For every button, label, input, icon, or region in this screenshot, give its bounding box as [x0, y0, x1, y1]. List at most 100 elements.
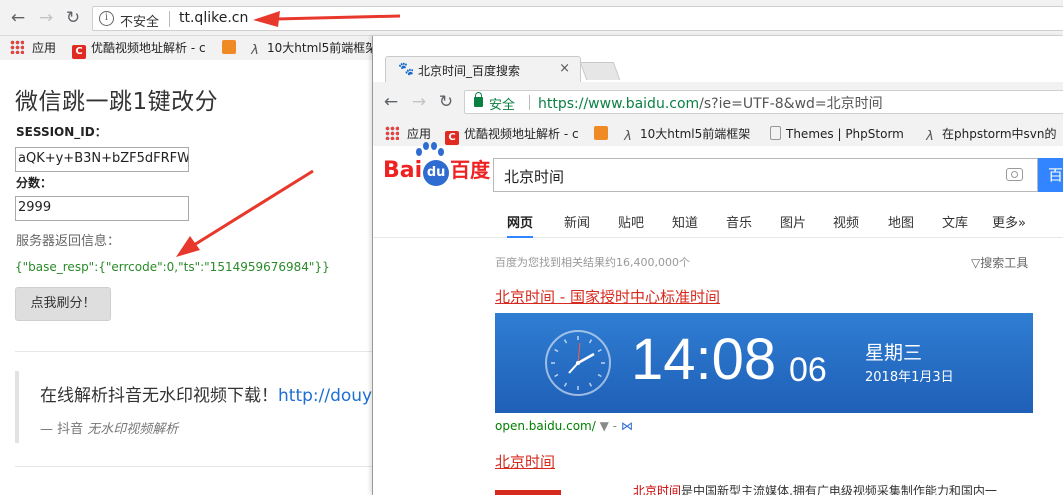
- search-input[interactable]: 北京时间: [493, 158, 1038, 192]
- quote-text: 在线解析抖音无水印视频下载！http://douyi: [40, 381, 377, 406]
- forward-arrow-icon[interactable]: →: [409, 92, 429, 112]
- tab-map[interactable]: 地图: [888, 212, 914, 238]
- logo-cn: 百度: [450, 158, 491, 182]
- quote-source: — 抖音: [40, 422, 84, 437]
- server-response-text: {"base_resp":{"errcode":0,"ts":"15149596…: [15, 260, 330, 274]
- bookmark-label: 优酷视频地址解析 - c: [91, 41, 206, 55]
- baidu-paw-icon: 🐾: [398, 62, 415, 77]
- url-text[interactable]: https://www.baidu.com/s?ie=UTF-8&wd=北京时间: [538, 93, 883, 113]
- info-icon[interactable]: i: [99, 11, 114, 26]
- bookmark-orange[interactable]: [594, 126, 613, 142]
- security-status: 安全: [489, 98, 516, 113]
- bookmarks-bar: 应用 C 优酷视频地址解析 - c λ 10大html5前端框架 Themes | …: [373, 122, 1063, 146]
- orange-box-icon: [594, 126, 608, 140]
- server-response-label: 服务器返回信息：: [16, 234, 121, 249]
- apps-icon: [10, 40, 24, 54]
- bookmark-label: 10大html5前端框架: [267, 41, 372, 55]
- bookmark-youku[interactable]: C 优酷视频地址解析 - c: [72, 40, 206, 59]
- tab-wenku[interactable]: 文库: [942, 212, 968, 238]
- clock-time: 14:08: [631, 327, 777, 392]
- lambda-icon: λ: [251, 43, 259, 58]
- clock-seconds: 06: [789, 351, 827, 389]
- back-browser-toolbar: ← → ↻ i 不安全 tt.qlike.cn: [0, 0, 1063, 36]
- score-label: 分数：: [16, 176, 53, 190]
- clock-icon: [545, 330, 611, 396]
- logo-du: du: [423, 160, 450, 186]
- score-input[interactable]: 2999: [15, 196, 189, 221]
- address-bar[interactable]: i 不安全 tt.qlike.cn: [92, 6, 1063, 31]
- beijing-time-card: 14:08 06 星期三 2018年1月3日: [495, 313, 1033, 413]
- back-arrow-icon[interactable]: ←: [8, 8, 28, 28]
- tab-web[interactable]: 网页: [507, 212, 534, 238]
- blockquote: 在线解析抖音无水印视频下载！http://douyi — 抖音 无水印视频解析: [15, 371, 377, 443]
- baidu-results-page: Bai du 百度 北京时间 百 网页 新闻 贴吧 知道 音乐 图片 视频 地图 文…: [373, 142, 1063, 495]
- result-thumbnail[interactable]: [495, 490, 561, 495]
- bookmark-html5[interactable]: λ 10大html5前端框架: [248, 40, 372, 58]
- lock-icon: [474, 92, 483, 107]
- clock-date: 2018年1月3日: [865, 370, 954, 385]
- baidu-browser-window: 🐾 北京时间_百度搜索 × ← → ↻ 安全 https://www.baidu…: [372, 36, 1063, 495]
- tab-images[interactable]: 图片: [780, 212, 806, 238]
- tab-baidu[interactable]: 🐾 北京时间_百度搜索 ×: [385, 56, 581, 83]
- apps-icon: [385, 126, 399, 140]
- baidu-header: Bai du 百度 北京时间 百 网页 新闻 贴吧 知道 音乐 图片 视频 地图 文…: [373, 142, 1063, 238]
- tab-more[interactable]: 更多»: [992, 212, 1026, 238]
- session-label: SESSION_ID：: [16, 125, 107, 139]
- bookmark-label: 应用: [407, 127, 432, 141]
- tab-video[interactable]: 视频: [833, 212, 859, 238]
- front-toolbar: ← → ↻ 安全 https://www.baidu.com/s?ie=UTF-…: [373, 82, 1063, 122]
- result-title[interactable]: 北京时间 - 国家授时中心标准时间: [495, 286, 720, 307]
- tab-zhidao[interactable]: 知道: [672, 212, 698, 238]
- quote-source-title: 无水印视频解析: [87, 422, 179, 437]
- tab-music[interactable]: 音乐: [726, 212, 752, 238]
- result-url-extra: ▼ -: [599, 419, 617, 433]
- divider: [15, 466, 372, 467]
- clock-weekday: 星期三: [865, 342, 923, 364]
- bookmark-orange[interactable]: [222, 40, 241, 56]
- refresh-score-button[interactable]: 点我刷分！: [15, 287, 111, 321]
- search-button[interactable]: 百: [1038, 158, 1063, 192]
- divider: [15, 351, 372, 352]
- address-bar[interactable]: 安全 https://www.baidu.com/s?ie=UTF-8&wd=北…: [464, 90, 1063, 114]
- security-status: 不安全: [120, 15, 160, 30]
- omnibox-divider: [169, 11, 170, 27]
- logo-bai: Bai: [383, 158, 423, 183]
- new-tab-button[interactable]: [579, 62, 621, 80]
- close-tab-icon[interactable]: ×: [559, 61, 570, 76]
- session-id-input[interactable]: aQK+y+B3N+bZF5dFRFWI: [15, 147, 189, 172]
- tab-news[interactable]: 新闻: [564, 212, 590, 238]
- result-url[interactable]: open.baidu.com/ ▼ - ⋈: [495, 419, 633, 433]
- url-text[interactable]: tt.qlike.cn: [179, 10, 248, 26]
- lambda-icon: λ: [926, 129, 934, 144]
- forward-arrow-icon[interactable]: →: [36, 8, 56, 28]
- result-title[interactable]: 北京时间: [495, 451, 555, 472]
- lambda-icon: λ: [624, 129, 632, 144]
- bookmark-phpstorm-themes[interactable]: Themes | PhpStorm: [770, 126, 904, 142]
- result-count: 百度为您找到相关结果约16,400,000个: [495, 256, 690, 269]
- bookmark-youku[interactable]: C 优酷视频地址解析 - c: [445, 126, 579, 145]
- url-host: https://www.baidu.com: [538, 96, 700, 112]
- reload-icon[interactable]: ↻: [436, 92, 456, 112]
- tab-strip: 🐾 北京时间_百度搜索 ×: [373, 36, 1063, 83]
- c-logo-icon: C: [445, 131, 459, 145]
- douyin-link[interactable]: http://douyi: [278, 386, 377, 406]
- tab-title: 北京时间_百度搜索: [418, 64, 521, 78]
- back-arrow-icon[interactable]: ←: [381, 92, 401, 112]
- reload-icon[interactable]: ↻: [63, 8, 83, 28]
- baidu-logo[interactable]: Bai du 百度: [383, 142, 491, 186]
- camera-icon[interactable]: [1006, 168, 1023, 181]
- bookmark-apps[interactable]: 应用: [385, 126, 431, 142]
- snippet-highlight: 北京时间: [633, 484, 682, 495]
- bookmark-phpstorm-svn[interactable]: λ 在phpstorm中svn的: [923, 126, 1057, 144]
- tab-tieba[interactable]: 贴吧: [618, 212, 644, 238]
- c-logo-icon: C: [72, 45, 86, 59]
- bowtie-icon: ⋈: [620, 419, 633, 433]
- search-tools[interactable]: ▽搜索工具: [971, 254, 1028, 271]
- bookmark-html5[interactable]: λ 10大html5前端框架: [621, 126, 750, 144]
- page-title: 微信跳一跳1键改分: [15, 89, 219, 115]
- bookmark-label: 在phpstorm中svn的: [942, 127, 1057, 141]
- baidu-paw-icon: [416, 142, 446, 156]
- orange-box-icon: [222, 40, 236, 54]
- score-page: 微信跳一跳1键改分 SESSION_ID： aQK+y+B3N+bZF5dFRF…: [0, 62, 377, 495]
- bookmark-apps[interactable]: 应用: [10, 40, 56, 56]
